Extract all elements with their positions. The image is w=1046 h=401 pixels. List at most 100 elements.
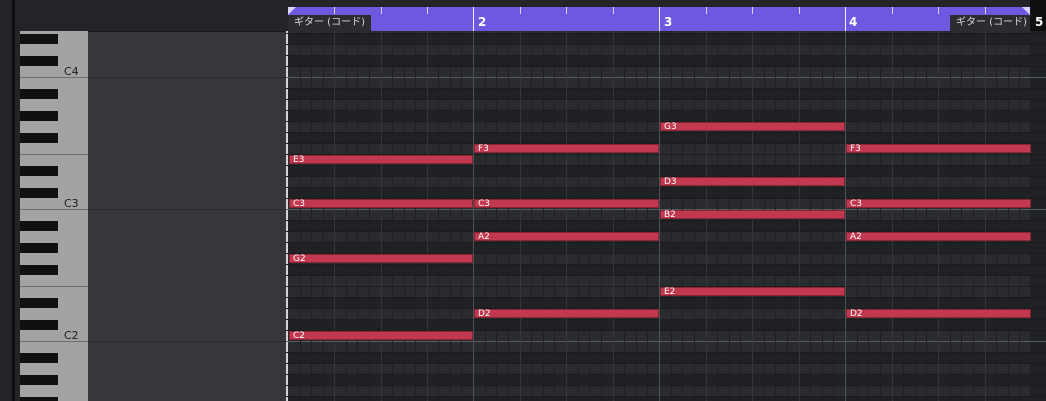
ruler-beat-tick — [799, 7, 800, 14]
midi-note-d3-bar3[interactable]: D3 — [660, 177, 845, 187]
grid-row-line — [286, 44, 1046, 45]
grid-beat-line — [926, 31, 927, 401]
black-key[interactable] — [20, 375, 58, 385]
grid-beat-line — [323, 31, 324, 401]
black-key[interactable] — [20, 34, 58, 44]
ruler-beat-tick — [381, 7, 382, 14]
black-key[interactable] — [20, 243, 58, 253]
grid-beat-line — [915, 31, 916, 401]
midi-note-b2-bar3[interactable]: B2 — [660, 210, 845, 220]
grid-beat-line — [589, 31, 590, 401]
ruler[interactable]: ギター (コード) ギター (コード) 2 3 4 5 — [286, 0, 1046, 31]
midi-note-d2-bar4[interactable]: D2 — [846, 309, 1031, 319]
grid-row-line — [286, 187, 1046, 188]
midi-note-e2-bar3[interactable]: E2 — [660, 287, 845, 297]
grid-row-line — [286, 374, 1046, 375]
midi-note-c3-bar1[interactable]: C3 — [289, 199, 473, 209]
black-key[interactable] — [20, 133, 58, 143]
grid-beat-line — [438, 31, 439, 401]
black-key[interactable] — [20, 89, 58, 99]
grid-row-line — [286, 264, 1046, 265]
midi-note-g2-bar1[interactable]: G2 — [289, 254, 473, 264]
grid-beat-line — [531, 31, 532, 401]
grid-row-dark — [286, 55, 1046, 66]
black-key[interactable] — [20, 298, 58, 308]
bar-number-4: 4 — [849, 15, 858, 29]
grid-row-line — [286, 165, 1046, 166]
midi-note-e3-bar1[interactable]: E3 — [289, 155, 473, 165]
grid-beat-line — [369, 31, 370, 401]
grid-beat-line — [357, 31, 358, 401]
grid-row-line — [286, 396, 1046, 397]
black-key[interactable] — [20, 56, 58, 66]
grid-row-dark — [286, 110, 1046, 121]
grid-row-dark — [286, 132, 1046, 143]
playhead-start-line — [286, 31, 288, 401]
ruler-bar-tick — [659, 7, 660, 31]
black-key[interactable] — [20, 188, 58, 198]
midi-note-a2-bar4[interactable]: A2 — [846, 232, 1031, 242]
ruler-beat-tick — [706, 7, 707, 14]
region-start-marker[interactable] — [288, 7, 296, 15]
midi-note-c3-bar4[interactable]: C3 — [846, 199, 1031, 209]
white-key-divider — [20, 286, 88, 287]
black-key[interactable] — [20, 320, 58, 330]
grid-beat-line — [485, 31, 486, 401]
black-key[interactable] — [20, 353, 58, 363]
grid-row-dark — [286, 187, 1046, 198]
lane-octave-line — [88, 209, 286, 210]
black-key[interactable] — [20, 166, 58, 176]
grid-end-area — [1030, 31, 1046, 401]
grid-row-line — [286, 297, 1046, 298]
black-key[interactable] — [20, 221, 58, 231]
grid-beat-line — [334, 31, 335, 401]
midi-note-c3-bar2[interactable]: C3 — [474, 199, 659, 209]
black-key[interactable] — [20, 111, 58, 121]
grid-row-dark — [286, 220, 1046, 231]
black-key[interactable] — [20, 397, 58, 401]
grid-beat-line — [543, 31, 544, 401]
ruler-beat-tick — [427, 7, 428, 14]
grid-beat-line — [311, 31, 312, 401]
region-label-right: ギター (コード) — [950, 15, 1033, 31]
left-edge-divider — [12, 0, 15, 401]
grid-beat-line — [461, 31, 462, 401]
midi-note-f3-bar4[interactable]: F3 — [846, 144, 1031, 154]
note-grid[interactable]: E3 C3 G2 C2 F3 C3 A2 D2 G3 D3 B2 E2 F3 C3 A2 D2 — [286, 31, 1046, 401]
ruler-bar-tick — [473, 7, 474, 31]
black-key[interactable] — [20, 265, 58, 275]
ruler-bar-tick — [845, 7, 846, 31]
midi-note-g3-bar3[interactable]: G3 — [660, 122, 845, 132]
grid-beat-line — [892, 31, 893, 401]
bar-number-2: 2 — [478, 15, 487, 29]
grid-row-line — [286, 220, 1046, 221]
grid-beat-line — [961, 31, 962, 401]
grid-row-dark — [286, 319, 1046, 330]
grid-row-line — [286, 88, 1046, 89]
grid-row-line — [286, 99, 1046, 100]
grid-beat-line — [578, 31, 579, 401]
grid-beat-line — [508, 31, 509, 401]
midi-note-a2-bar2[interactable]: A2 — [474, 232, 659, 242]
grid-row-dark — [286, 33, 1046, 44]
region-end-marker[interactable] — [1022, 7, 1030, 15]
grid-row-dark — [286, 374, 1046, 385]
grid-beat-line — [566, 31, 567, 401]
piano-keyboard[interactable]: C4 C3 C2 — [20, 31, 88, 401]
grid-row-line — [286, 33, 1046, 34]
grid-row-line — [286, 55, 1046, 56]
lane-header — [88, 0, 286, 32]
midi-note-f3-bar2[interactable]: F3 — [474, 144, 659, 154]
grid-beat-line — [647, 31, 648, 401]
grid-beat-line — [1019, 31, 1020, 401]
grid-beat-line — [636, 31, 637, 401]
grid-bar-line — [845, 31, 846, 401]
bar-number-5: 5 — [1035, 15, 1044, 29]
grid-beat-line — [496, 31, 497, 401]
grid-bar-line — [473, 31, 474, 401]
keyboard-header — [20, 0, 88, 31]
midi-note-d2-bar2[interactable]: D2 — [474, 309, 659, 319]
midi-note-c2-bar1[interactable]: C2 — [289, 331, 473, 341]
grid-beat-line — [973, 31, 974, 401]
grid-row-dark — [286, 264, 1046, 275]
